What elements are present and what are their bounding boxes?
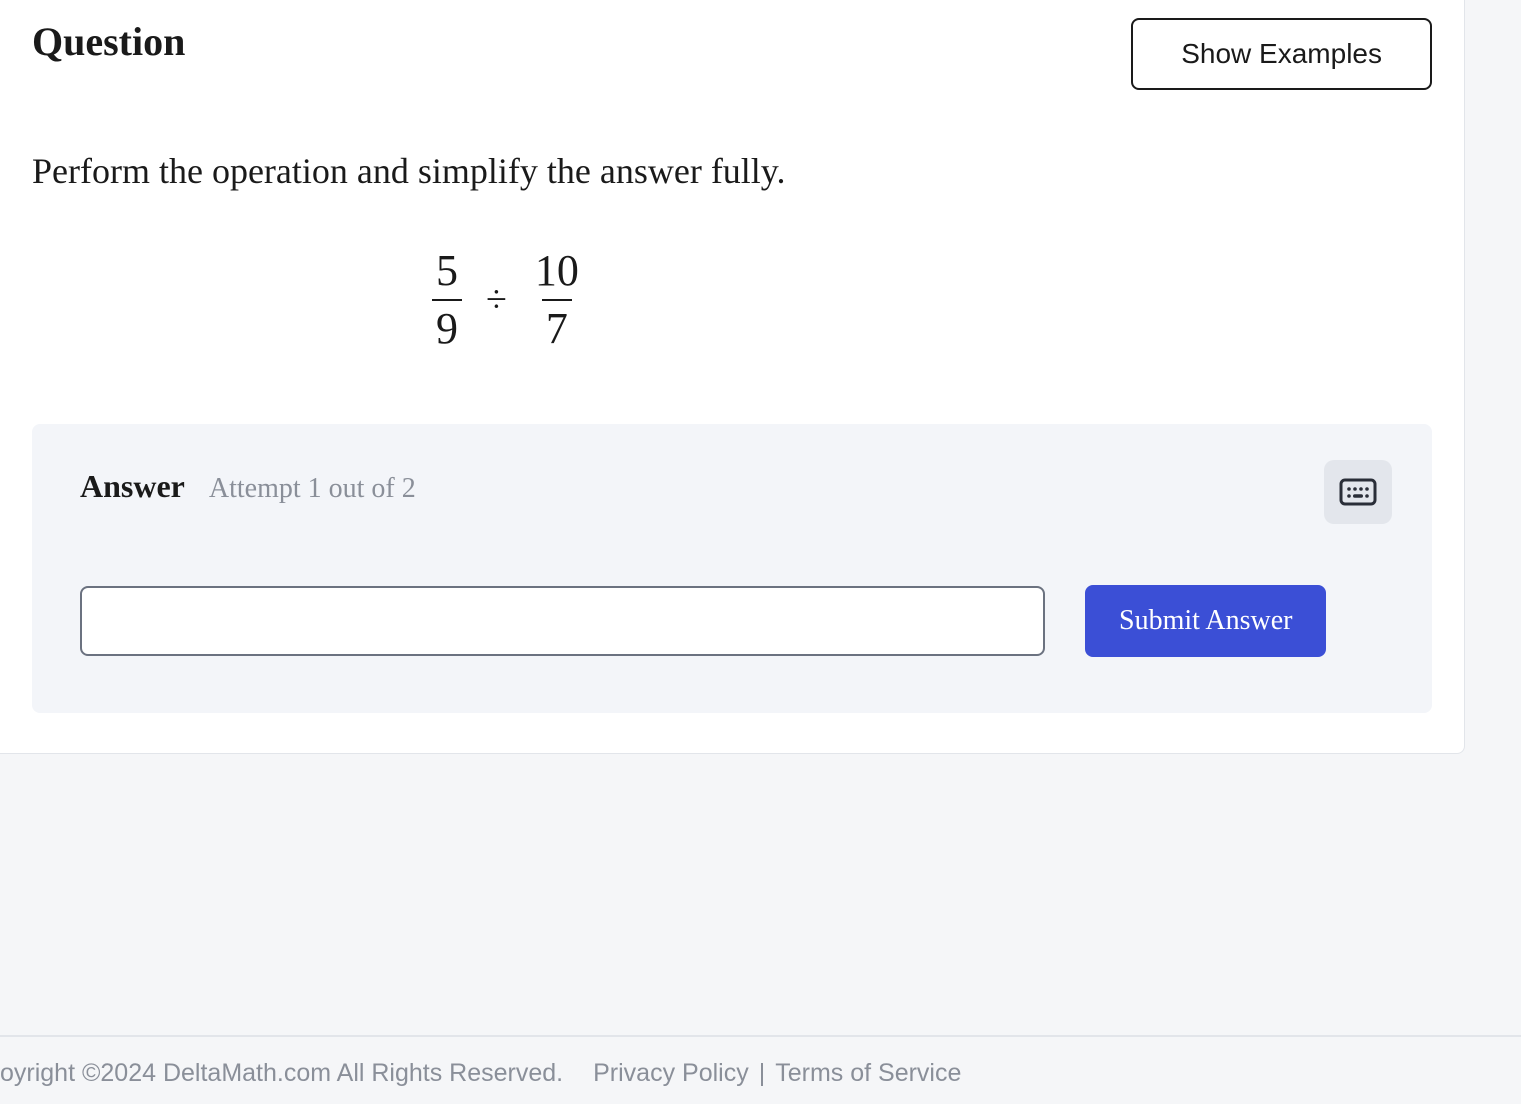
operator-divide: ÷: [482, 278, 511, 322]
fraction-1-numerator: 5: [432, 247, 462, 299]
keyboard-icon: [1339, 478, 1377, 506]
fraction-1: 5 9: [432, 247, 462, 354]
question-title: Question: [32, 18, 185, 65]
answer-header: Answer Attempt 1 out of 2: [80, 468, 1384, 505]
footer: oyright ©2024 DeltaMath.com All Rights R…: [0, 1035, 1521, 1088]
answer-input[interactable]: [80, 586, 1045, 656]
privacy-policy-link[interactable]: Privacy Policy: [593, 1059, 749, 1088]
fraction-2-denominator: 7: [542, 299, 572, 353]
fraction-1-denominator: 9: [432, 299, 462, 353]
attempt-label: Attempt 1 out of 2: [209, 473, 416, 505]
keyboard-button[interactable]: [1324, 460, 1392, 524]
show-examples-button[interactable]: Show Examples: [1131, 18, 1432, 90]
footer-separator: |: [759, 1059, 766, 1088]
terms-of-service-link[interactable]: Terms of Service: [775, 1059, 961, 1088]
question-header: Question Show Examples: [32, 0, 1432, 90]
footer-copyright: oyright ©2024 DeltaMath.com All Rights R…: [0, 1059, 563, 1088]
fraction-2: 10 7: [531, 247, 583, 354]
submit-answer-button[interactable]: Submit Answer: [1085, 585, 1326, 657]
question-card: Question Show Examples Perform the opera…: [0, 0, 1465, 754]
answer-panel: Answer Attempt 1 out of 2 Submit Answer: [32, 424, 1432, 713]
answer-label: Answer: [80, 468, 185, 505]
question-instruction: Perform the operation and simplify the a…: [32, 150, 1432, 192]
math-expression: 5 9 ÷ 10 7: [432, 247, 1432, 354]
answer-row: Submit Answer: [80, 585, 1384, 657]
footer-links: Privacy Policy | Terms of Service: [593, 1059, 961, 1088]
fraction-2-numerator: 10: [531, 247, 583, 299]
